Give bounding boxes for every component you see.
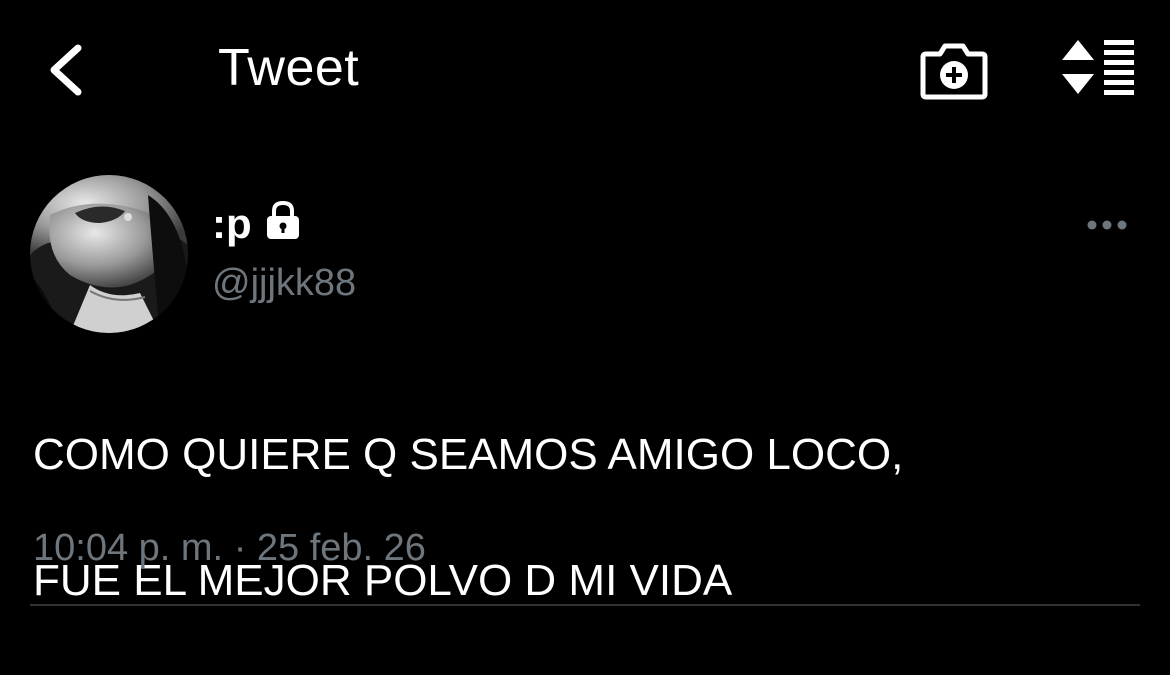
more-options-button[interactable] — [1082, 210, 1132, 240]
lock-icon — [266, 200, 299, 239]
tweet-text-line: COMO QUIERE Q SEAMOS AMIGO LOCO, — [33, 430, 904, 479]
tweet-date: 25 feb. 26 — [256, 527, 426, 569]
divider — [30, 604, 1140, 606]
user-name-row[interactable]: :p — [212, 196, 304, 252]
back-button[interactable] — [40, 38, 100, 102]
page-title: Tweet — [218, 39, 360, 97]
avatar[interactable] — [30, 175, 188, 333]
meta-separator: · — [233, 527, 247, 569]
tweet-time: 10:04 p. m. — [33, 527, 224, 569]
chevron-left-icon — [50, 44, 82, 96]
camera-button[interactable] — [920, 40, 988, 100]
more-horizontal-icon — [1087, 220, 1127, 230]
tweet-timestamp: 10:04 p. m. · 25 feb. 26 — [33, 524, 426, 572]
avatar-photo — [30, 175, 188, 333]
user-handle[interactable]: @jjjkk88 — [212, 260, 356, 306]
tweet-text: COMO QUIERE Q SEAMOS AMIGO LOCO, FUE EL … — [33, 360, 1143, 675]
top-nav-bar: Tweet — [0, 0, 1170, 140]
camera-plus-icon — [920, 43, 988, 100]
sort-list-icon — [1062, 40, 1134, 95]
display-name: :p — [212, 200, 252, 247]
sort-button[interactable] — [1058, 38, 1138, 96]
